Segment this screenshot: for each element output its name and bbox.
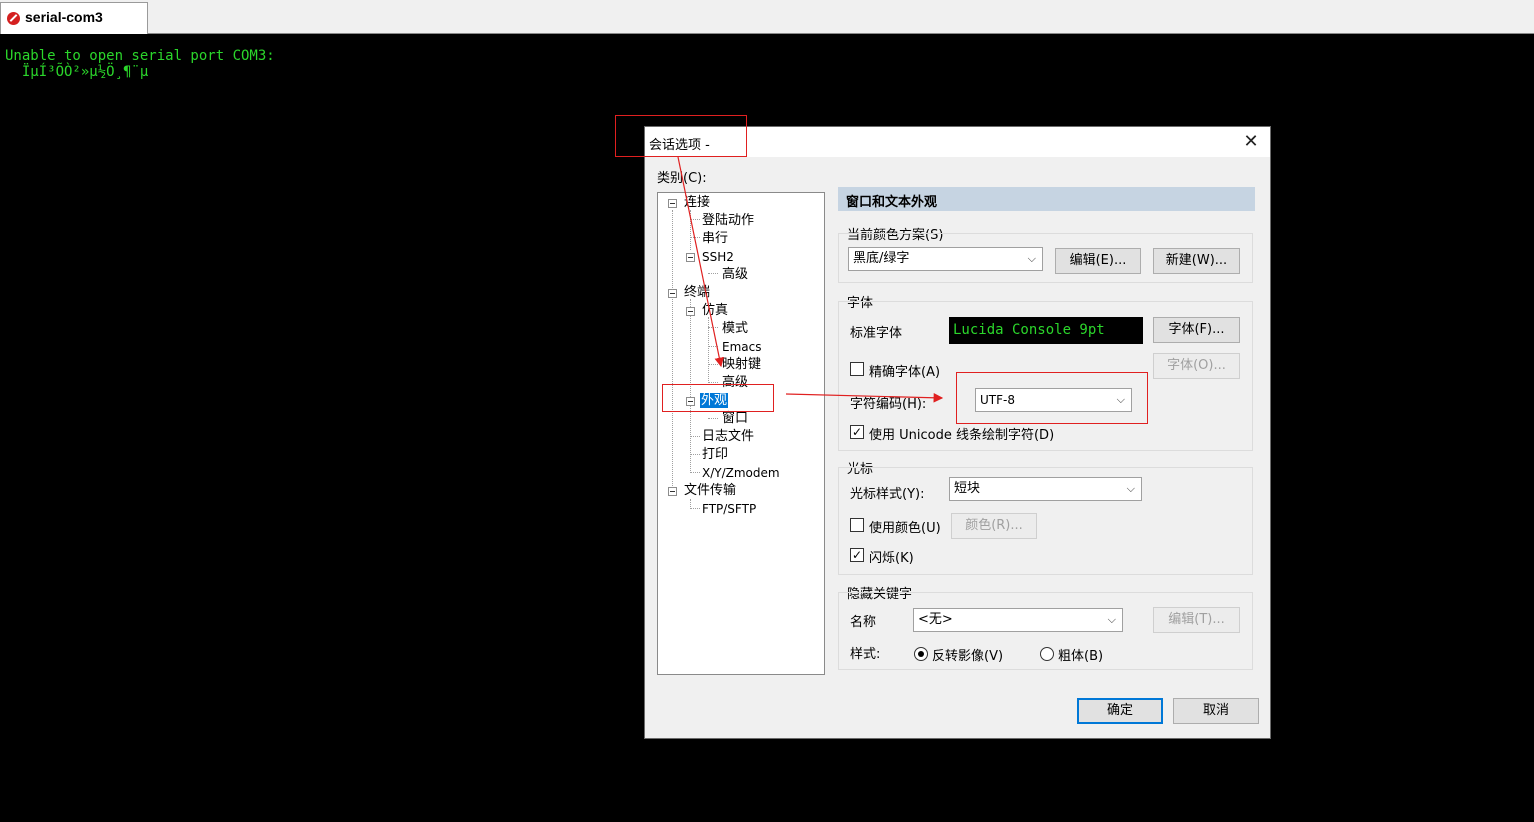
annotation-arrow [677, 156, 725, 368]
annotation-arrow [785, 392, 944, 403]
annotation-arrows [677, 156, 944, 403]
